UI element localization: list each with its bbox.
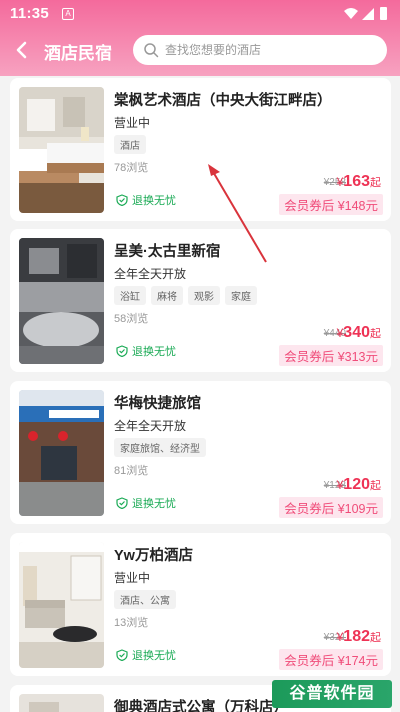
hotel-tag: 浴缸 <box>114 286 146 305</box>
member-price-badge: 会员券后 ¥313元 <box>279 345 383 366</box>
hotel-name[interactable]: Yw万柏酒店 <box>114 544 193 565</box>
hotel-name[interactable]: 棠枫艺术酒店（中央大街江畔店） <box>114 89 332 110</box>
member-price-badge: 会员券后 ¥174元 <box>279 649 383 670</box>
hotel-tags: 酒店 <box>114 135 146 154</box>
hotel-thumbnail <box>19 542 104 668</box>
hotel-name[interactable]: 华梅快捷旅馆 <box>114 392 201 413</box>
price: ¥340起 <box>337 324 381 342</box>
battery-icon <box>380 7 387 20</box>
hotel-name[interactable]: 御典酒店式公寓（万科店） <box>114 696 288 712</box>
hotel-tag: 酒店 <box>114 135 146 154</box>
guarantee-label: 退换无忧 <box>132 195 176 207</box>
view-count: 58浏览 <box>114 313 149 325</box>
shield-check-icon <box>116 497 128 509</box>
hotel-status: 营业中 <box>114 571 151 585</box>
hotel-card[interactable]: Yw万柏酒店 营业中 酒店、公寓 13浏览 退换无忧 ¥321 ¥182起 会员… <box>10 533 391 676</box>
hotel-status: 全年全天开放 <box>114 419 187 433</box>
price: ¥163起 <box>337 173 381 191</box>
price-amount: 340 <box>343 324 370 341</box>
price: ¥120起 <box>337 476 381 494</box>
hotel-thumbnail <box>19 390 104 516</box>
search-box[interactable] <box>133 35 387 65</box>
hotel-tag: 酒店、公寓 <box>114 590 176 609</box>
signal-icon <box>362 8 374 20</box>
price: ¥182起 <box>337 628 381 646</box>
hotel-tags: 家庭旅馆、经济型 <box>114 438 206 457</box>
hotel-tag: 家庭旅馆、经济型 <box>114 438 206 457</box>
member-price-badge: 会员券后 ¥148元 <box>279 194 383 215</box>
guarantee-label: 退换无忧 <box>132 346 176 358</box>
site-watermark: 谷普软件园 <box>272 680 392 708</box>
member-price-badge: 会员券后 ¥109元 <box>279 497 383 518</box>
hotel-status: 营业中 <box>114 116 151 130</box>
hotel-card[interactable]: 华梅快捷旅馆 全年全天开放 家庭旅馆、经济型 81浏览 退换无忧 ¥128 ¥1… <box>10 381 391 524</box>
refund-guarantee: 退换无忧 <box>116 343 176 359</box>
view-count: 13浏览 <box>114 617 149 629</box>
back-button[interactable] <box>10 37 36 63</box>
shield-check-icon <box>116 345 128 357</box>
status-bar: 11:35 A <box>0 0 400 28</box>
view-count: 81浏览 <box>114 465 149 477</box>
hotel-tags: 浴缸 麻将 观影 家庭 <box>114 286 257 305</box>
refund-guarantee: 退换无忧 <box>116 495 176 511</box>
search-input[interactable] <box>165 35 375 65</box>
shield-check-icon <box>116 194 128 206</box>
wifi-icon <box>344 8 358 19</box>
shield-check-icon <box>116 649 128 661</box>
hotel-status: 全年全天开放 <box>114 267 187 281</box>
search-icon <box>144 43 159 58</box>
refund-guarantee: 退换无忧 <box>116 647 176 663</box>
app-header: 11:35 A 酒店民宿 <box>0 0 400 76</box>
back-arrow-icon <box>16 41 27 59</box>
guarantee-label: 退换无忧 <box>132 650 176 662</box>
notification-app-icon: A <box>62 8 74 20</box>
hotel-thumbnail <box>19 87 104 213</box>
price-unit: 起 <box>370 632 381 644</box>
price-unit: 起 <box>370 328 381 340</box>
hotel-card[interactable]: 呈美·太古里新宿 全年全天开放 浴缸 麻将 观影 家庭 58浏览 退换无忧 ¥4… <box>10 229 391 372</box>
hotel-tag: 观影 <box>188 286 220 305</box>
price-amount: 120 <box>343 476 370 493</box>
guarantee-label: 退换无忧 <box>132 498 176 510</box>
hotel-tag: 家庭 <box>225 286 257 305</box>
status-icons <box>342 6 390 26</box>
hotel-thumbnail <box>19 694 104 712</box>
hotel-tag: 麻将 <box>151 286 183 305</box>
page-title: 酒店民宿 <box>44 44 112 63</box>
hotel-thumbnail <box>19 238 104 364</box>
hotel-name[interactable]: 呈美·太古里新宿 <box>114 240 220 261</box>
status-time: 11:35 <box>10 5 50 22</box>
hotel-card[interactable]: 棠枫艺术酒店（中央大街江畔店） 营业中 酒店 78浏览 退换无忧 ¥258 ¥1… <box>10 78 391 221</box>
refund-guarantee: 退换无忧 <box>116 192 176 208</box>
price-amount: 182 <box>343 628 370 645</box>
price-unit: 起 <box>370 177 381 189</box>
view-count: 78浏览 <box>114 162 149 174</box>
price-unit: 起 <box>370 480 381 492</box>
navbar: 酒店民宿 <box>0 30 400 70</box>
price-amount: 163 <box>343 173 370 190</box>
hotel-tags: 酒店、公寓 <box>114 590 176 609</box>
